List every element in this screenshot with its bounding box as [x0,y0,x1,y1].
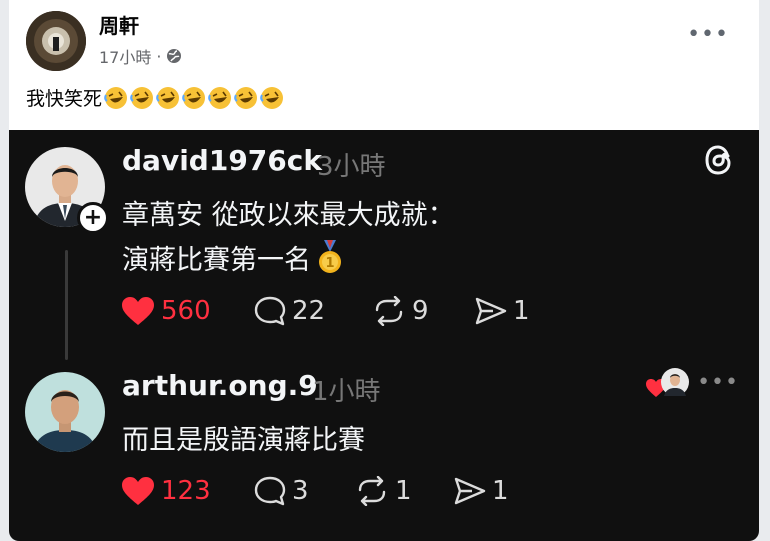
first-place-medal-icon: 1 [319,239,341,273]
reply-repost-count: 1 [395,476,412,506]
reply-actions: 123 3 1 1 [121,476,509,506]
send-icon [454,477,486,505]
author-avatar[interactable] [26,11,86,71]
heart-filled-icon [122,297,154,325]
rolling-on-floor-laughing-icon [260,86,284,109]
post-meta: 17小時 · [99,44,182,68]
reply-like-count: 123 [161,476,211,506]
main-post-line-2: 演蔣比賽第一名 1 [122,238,343,277]
rolling-on-floor-laughing-icon [182,86,206,109]
author-mini-avatar [661,368,689,396]
comment-button[interactable]: 22 [254,296,372,326]
comment-icon [254,476,286,506]
reply-comment-button[interactable]: 3 [254,476,355,506]
main-post-username[interactable]: david1976ck [122,144,322,177]
post-time[interactable]: 17小時 [99,44,151,68]
rolling-on-floor-laughing-icon [130,86,154,109]
reply-share-count: 1 [492,476,509,506]
post-text-content: 我快笑死 [26,88,103,110]
threads-screenshot: + david1976ck 3小時 章萬安 從政以來最大成就： 演蔣比賽第一名 … [9,130,759,541]
reply-like-button[interactable]: 123 [121,476,254,506]
globe-icon [167,49,182,63]
reply-more-options-button[interactable]: ••• [697,370,739,395]
facebook-post-card: 周軒 17小時 · ••• 我快笑死 + david1976ck 3小時 章萬安… [9,0,759,541]
reply-text: 而且是殷語演蔣比賽 [122,425,365,456]
threads-logo-icon[interactable] [701,142,737,178]
reply-time: 1小時 [312,377,381,407]
follow-plus-button[interactable]: + [77,202,109,234]
reply-comment-count: 3 [292,476,309,506]
rolling-on-floor-laughing-icon [208,86,232,109]
repost-button[interactable]: 9 [372,296,475,326]
main-post-time: 3小時 [317,152,386,182]
share-button[interactable]: 1 [475,296,530,326]
repost-icon [375,296,403,326]
svg-text:1: 1 [325,256,334,271]
repost-icon [358,476,386,506]
heart-filled-icon [122,477,154,505]
main-post-line-2-text: 演蔣比賽第一名 [122,245,311,276]
rolling-on-floor-laughing-icon [104,86,128,109]
post-more-options-button[interactable]: ••• [687,22,729,47]
post-text: 我快笑死 [26,84,284,111]
reply-repost-button[interactable]: 1 [355,476,454,506]
comment-icon [254,296,286,326]
thread-connector-line [65,250,68,360]
repost-count: 9 [412,296,429,326]
send-icon [475,297,507,325]
reply-share-button[interactable]: 1 [454,476,509,506]
liked-by-author-badge [645,368,691,402]
rolling-on-floor-laughing-icon [234,86,258,109]
rolling-on-floor-laughing-icon [156,86,180,109]
like-button[interactable]: 560 [121,296,254,326]
main-post-actions: 560 22 9 1 [121,296,530,326]
like-count: 560 [161,296,211,326]
arthur-avatar[interactable] [25,372,105,452]
comment-count: 22 [292,296,326,326]
share-count: 1 [513,296,530,326]
emoji-row [104,86,284,110]
reply-username[interactable]: arthur.ong.9 [122,369,318,402]
main-post-line-1: 章萬安 從政以來最大成就： [122,200,455,231]
post-author-name[interactable]: 周軒 [99,10,139,39]
meta-separator: · [156,46,162,66]
